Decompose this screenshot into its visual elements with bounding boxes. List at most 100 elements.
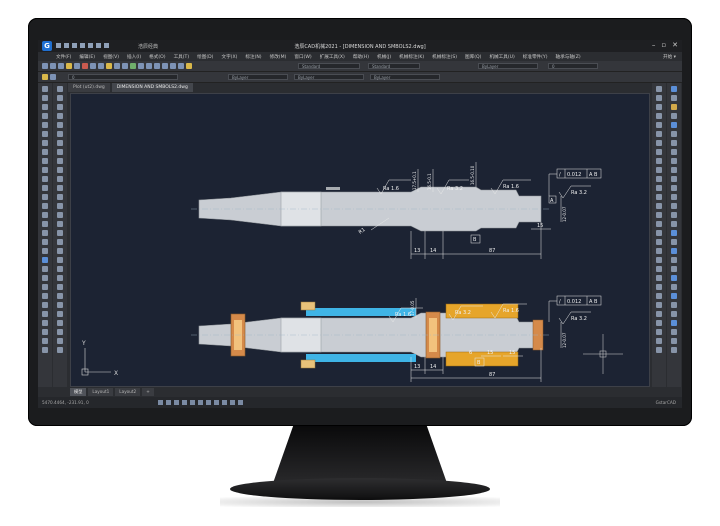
array-icon[interactable] [671, 122, 677, 128]
hidden-line-icon[interactable] [57, 203, 63, 209]
scale-icon[interactable] [671, 149, 677, 155]
break-line-icon[interactable] [57, 104, 63, 110]
menu-item-express[interactable]: 扩展工具(X) [320, 54, 345, 60]
bolt-icon[interactable] [57, 248, 63, 254]
break-icon[interactable] [671, 185, 677, 191]
hole-table-icon[interactable] [656, 338, 662, 344]
layer-state-icon[interactable] [50, 74, 56, 80]
add-layout-button[interactable]: + [142, 388, 154, 396]
polyline-icon[interactable] [42, 104, 48, 110]
draworder-icon[interactable] [671, 275, 677, 281]
lineweight-combo[interactable]: ByLayer [370, 74, 440, 80]
grid-icon[interactable] [166, 400, 171, 405]
radius-dim-icon[interactable] [656, 122, 662, 128]
redo-icon[interactable] [122, 63, 128, 69]
circlip-icon[interactable] [57, 293, 63, 299]
keyway-icon[interactable] [57, 149, 63, 155]
overkill-icon[interactable] [671, 311, 677, 317]
lineweight-toggle-icon[interactable] [206, 400, 211, 405]
rotate-icon[interactable] [671, 140, 677, 146]
menu-item-library[interactable]: 图库(Q) [465, 54, 481, 60]
frame-icon[interactable] [57, 338, 63, 344]
bearing-icon[interactable] [57, 239, 63, 245]
mirror-icon[interactable] [671, 104, 677, 110]
menu-item-view[interactable]: 视图(V) [103, 54, 119, 60]
trim-icon[interactable] [671, 167, 677, 173]
properties-icon[interactable] [162, 63, 168, 69]
spring-icon[interactable] [57, 167, 63, 173]
pan-icon[interactable] [130, 63, 136, 69]
text-edit-icon[interactable] [671, 329, 677, 335]
snap-icon[interactable] [158, 400, 163, 405]
menu-item-window[interactable]: 窗口(W) [294, 54, 311, 60]
title-block-icon[interactable] [57, 311, 63, 317]
tab-layout1[interactable]: Layout1 [88, 388, 114, 396]
dim-style-combo[interactable]: Standard [368, 63, 420, 69]
dyn-input-icon[interactable] [214, 400, 219, 405]
tolerance-icon[interactable] [656, 194, 662, 200]
edit-hatch-icon[interactable] [671, 266, 677, 272]
start-menu[interactable]: 开始 ▾ [663, 54, 676, 60]
tab-layout2[interactable]: Layout2 [115, 388, 141, 396]
arc-icon[interactable] [42, 131, 48, 137]
reverse-icon[interactable] [671, 302, 677, 308]
quick-props-icon[interactable] [222, 400, 227, 405]
otrack-icon[interactable] [198, 400, 203, 405]
menu-item-format[interactable]: 格式(O) [149, 54, 165, 60]
group-icon[interactable] [671, 284, 677, 290]
plot-icon[interactable] [66, 63, 72, 69]
menu-item-draw[interactable]: 绘图(D) [197, 54, 213, 60]
circle-icon[interactable] [42, 140, 48, 146]
helix-icon[interactable] [42, 284, 48, 290]
insert-block-icon[interactable] [42, 185, 48, 191]
align-icon[interactable] [671, 239, 677, 245]
zoom-previous-icon[interactable] [154, 63, 160, 69]
tab-model[interactable]: 模型 [70, 388, 87, 396]
wipeout-icon[interactable] [42, 257, 48, 263]
mtext-icon[interactable] [42, 248, 48, 254]
continue-dim-icon[interactable] [656, 176, 662, 182]
menu-item-tools[interactable]: 工具(T) [174, 54, 190, 60]
construction-line-icon[interactable] [42, 95, 48, 101]
match-properties-icon[interactable] [106, 63, 112, 69]
close-button[interactable]: ✕ [672, 41, 678, 49]
fit-icon[interactable] [656, 329, 662, 335]
donut-icon[interactable] [42, 266, 48, 272]
bom-icon[interactable] [57, 329, 63, 335]
weld-icon[interactable] [57, 302, 63, 308]
leader-icon[interactable] [656, 185, 662, 191]
save-icon[interactable] [58, 63, 64, 69]
make-block-icon[interactable] [42, 194, 48, 200]
maximize-button[interactable]: ▫ [661, 41, 666, 49]
tool-palettes-icon[interactable] [178, 63, 184, 69]
calculator-icon[interactable] [186, 63, 192, 69]
axis-icon[interactable] [57, 86, 63, 92]
menu-item-edit[interactable]: 编辑(E) [79, 54, 95, 60]
erase-icon[interactable] [671, 86, 677, 92]
jogged-dim-icon[interactable] [656, 131, 662, 137]
menu-item-mechanical[interactable]: 机械(J) [377, 54, 391, 60]
menu-item-bearing-shaft[interactable]: 轴承与轴(Z) [556, 54, 581, 60]
thread-icon[interactable] [57, 113, 63, 119]
drawing-border-icon[interactable] [57, 347, 63, 353]
arc-length-icon[interactable] [656, 104, 662, 110]
dim-update-icon[interactable] [656, 266, 662, 272]
polygon-icon[interactable] [42, 113, 48, 119]
aligned-dim-icon[interactable] [656, 95, 662, 101]
minimize-button[interactable]: – [652, 41, 656, 49]
ordinate-dim-icon[interactable] [656, 113, 662, 119]
menu-item-dimension[interactable]: 标注(N) [245, 54, 261, 60]
text-style-combo[interactable]: Standard [298, 63, 360, 69]
quick-dim-icon[interactable] [656, 158, 662, 164]
edit-spline-icon[interactable] [671, 257, 677, 263]
baseline-dim-icon[interactable] [656, 167, 662, 173]
explode-icon[interactable] [671, 221, 677, 227]
cut-icon[interactable] [82, 63, 88, 69]
fillet-icon[interactable] [671, 212, 677, 218]
attribute-edit-icon[interactable] [671, 338, 677, 344]
chamfer-mech-icon[interactable] [57, 122, 63, 128]
ray-icon[interactable] [42, 311, 48, 317]
paste-icon[interactable] [98, 63, 104, 69]
linetype-combo[interactable]: ByLayer [294, 74, 364, 80]
dim-style-icon[interactable] [656, 275, 662, 281]
